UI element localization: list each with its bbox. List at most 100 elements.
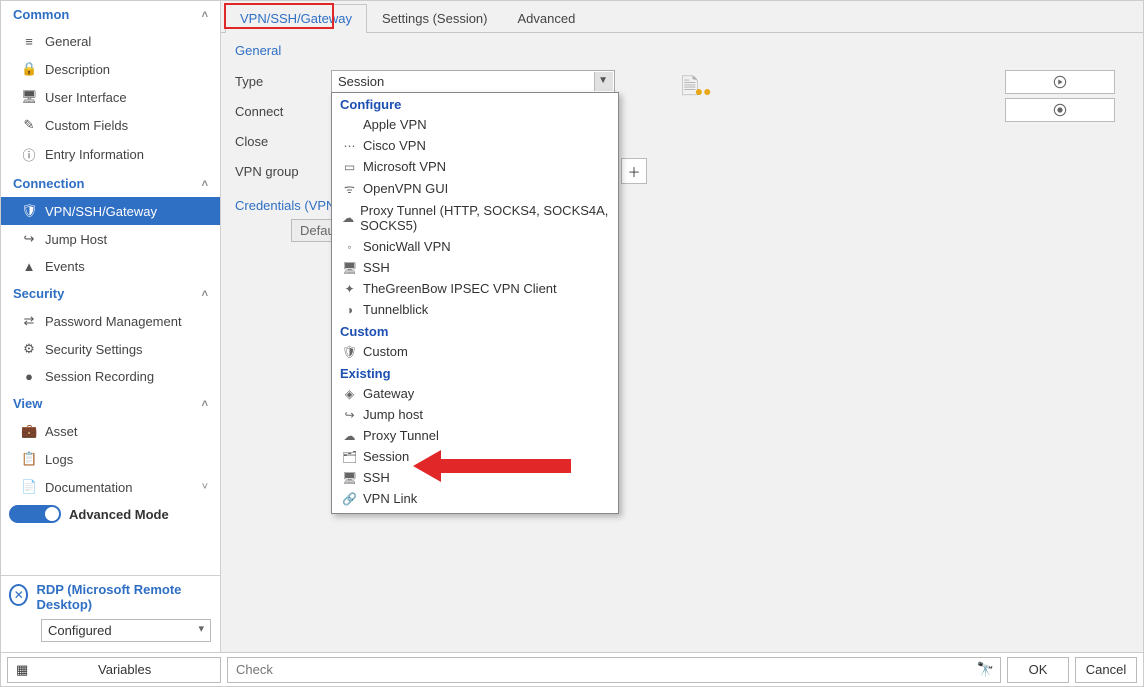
dropdown-item-jump-host[interactable]: ↪Jump host: [332, 404, 618, 425]
sidebar-item-logs[interactable]: 📋 Logs: [1, 445, 220, 473]
shield-icon: 🛡: [21, 203, 37, 219]
configured-select[interactable]: Configured: [41, 619, 211, 642]
content: VPN/SSH/Gateway Settings (Session) Advan…: [221, 1, 1143, 652]
type-dropdown-popup: Configure Apple VPN ⋯Cisco VPN ▭Microsof…: [331, 92, 619, 514]
chevron-up-icon: ˄: [202, 9, 208, 21]
label-type: Type: [235, 74, 331, 89]
sidebar-item-user-interface[interactable]: 🖥 User Interface: [1, 83, 220, 111]
cloud-icon: ☁: [342, 429, 357, 443]
cisco-icon: ⋯: [342, 139, 357, 153]
chevron-up-icon: ˄: [202, 398, 208, 410]
sidebar-item-general[interactable]: ≡ General: [1, 28, 220, 55]
rdp-title: RDP (Microsoft Remote Desktop): [36, 582, 212, 613]
info-icon: ⓘ: [21, 145, 37, 164]
warning-icon: ▲: [21, 259, 37, 274]
sonicwall-icon: ◦: [342, 240, 357, 254]
sidebar-item-session-recording[interactable]: ● Session Recording: [1, 363, 220, 390]
clipboard-icon: 📋: [21, 451, 37, 467]
dropdown-item-ssh-existing[interactable]: 🖥SSH: [332, 467, 618, 488]
group-connection[interactable]: Connection ˄: [1, 170, 220, 197]
sidebar-item-label: Asset: [45, 424, 78, 439]
dropdown-item-proxy-tunnel[interactable]: ☁Proxy Tunnel (HTTP, SOCKS4, SOCKS4A, SO…: [332, 200, 618, 236]
sidebar-item-label: Custom Fields: [45, 118, 128, 133]
chevron-down-icon: ˅: [202, 481, 208, 493]
add-button[interactable]: ＋: [621, 158, 647, 184]
group-label: Connection: [13, 176, 85, 191]
sidebar-item-label: User Interface: [45, 90, 127, 105]
briefcase-icon: 💼: [21, 423, 37, 439]
plus-icon: ＋: [627, 162, 640, 181]
sidebar-item-password-management[interactable]: ⇄ Password Management: [1, 307, 220, 335]
ok-button[interactable]: OK: [1007, 657, 1069, 683]
variables-button[interactable]: ▦ Variables: [7, 657, 221, 683]
dropdown-item-ssh[interactable]: 🖥SSH: [332, 257, 618, 278]
dropdown-item-thegreenbow[interactable]: ✦TheGreenBow IPSEC VPN Client: [332, 278, 618, 299]
dropdown-item-proxy-tunnel-existing[interactable]: ☁Proxy Tunnel: [332, 425, 618, 446]
sidebar-item-events[interactable]: ▲ Events: [1, 253, 220, 280]
sidebar-item-label: Description: [45, 62, 110, 77]
bottom-bar: ▦ Variables 🔭 OK Cancel: [1, 652, 1143, 686]
sidebar-item-documentation[interactable]: 📄 Documentation ˅: [1, 473, 220, 501]
group-label: Common: [13, 7, 69, 22]
record-button[interactable]: [1005, 98, 1115, 122]
type-combobox[interactable]: Session ▼: [331, 70, 615, 93]
form-area: General Type Session ▼ Connect Clo: [221, 33, 1143, 248]
document-coins-icon: 🗎●●: [681, 70, 716, 108]
record-circle-icon: [1053, 103, 1067, 117]
advanced-mode-label: Advanced Mode: [69, 507, 169, 522]
sidebar-item-label: Logs: [45, 452, 73, 467]
tab-advanced[interactable]: Advanced: [503, 4, 591, 32]
grid-icon: ▦: [16, 662, 27, 678]
dropdown-item-vpn-link[interactable]: 🔗VPN Link: [332, 488, 618, 509]
group-view[interactable]: View ˄: [1, 390, 220, 417]
gear-icon: ⚙: [21, 341, 37, 357]
dropdown-item-custom[interactable]: 🛡Custom: [332, 341, 618, 362]
sidebar: Common ˄ ≡ General 🔒 Description 🖥 User …: [1, 1, 221, 652]
dropdown-item-gateway[interactable]: ◈Gateway: [332, 383, 618, 404]
openvpn-icon: ᯤ: [342, 180, 357, 197]
configured-value: Configured: [48, 623, 112, 638]
sidebar-item-security-settings[interactable]: ⚙ Security Settings: [1, 335, 220, 363]
type-value: Session: [338, 74, 384, 89]
play-button[interactable]: [1005, 70, 1115, 94]
check-input-wrap: 🔭: [227, 657, 1001, 683]
record-icon: ●: [21, 369, 37, 384]
sidebar-item-asset[interactable]: 💼 Asset: [1, 417, 220, 445]
sidebar-item-label: Entry Information: [45, 147, 144, 162]
group-security[interactable]: Security ˄: [1, 280, 220, 307]
dropdown-item-openvpn-gui[interactable]: ᯤOpenVPN GUI: [332, 177, 618, 200]
check-input[interactable]: [234, 661, 977, 678]
label-connect: Connect: [235, 104, 331, 119]
label-close: Close: [235, 134, 331, 149]
tab-label: VPN/SSH/Gateway: [240, 11, 352, 26]
chevron-up-icon: ˄: [202, 178, 208, 190]
dropdown-item-sonicwall-vpn[interactable]: ◦SonicWall VPN: [332, 236, 618, 257]
dropdown-item-apple-vpn[interactable]: Apple VPN: [332, 114, 618, 135]
tab-settings-session[interactable]: Settings (Session): [367, 4, 503, 32]
sidebar-item-jump-host[interactable]: ↪ Jump Host: [1, 225, 220, 253]
sidebar-item-label: Jump Host: [45, 232, 107, 247]
group-label: View: [13, 396, 42, 411]
group-common[interactable]: Common ˄: [1, 1, 220, 28]
dropdown-item-cisco-vpn[interactable]: ⋯Cisco VPN: [332, 135, 618, 156]
sidebar-item-label: Password Management: [45, 314, 182, 329]
dropdown-item-session[interactable]: 🗂Session: [332, 446, 618, 467]
sidebar-item-custom-fields[interactable]: ✎ Custom Fields: [1, 111, 220, 139]
dropdown-group-custom: Custom: [332, 320, 618, 341]
jump-icon: ↪: [21, 231, 37, 247]
binoculars-icon[interactable]: 🔭: [977, 661, 994, 678]
tab-vpn-ssh-gateway[interactable]: VPN/SSH/Gateway: [225, 4, 367, 32]
sidebar-item-description[interactable]: 🔒 Description: [1, 55, 220, 83]
sidebar-item-vpn-ssh-gateway[interactable]: 🛡 VPN/SSH/Gateway: [1, 197, 220, 225]
sidebar-item-label: VPN/SSH/Gateway: [45, 204, 157, 219]
advanced-mode-row: Advanced Mode: [1, 501, 220, 531]
monitor-icon: 🖥: [21, 89, 37, 105]
dropdown-item-tunnelblick[interactable]: ◑Tunnelblick: [332, 299, 618, 320]
sidebar-item-label: Documentation: [45, 480, 132, 495]
sidebar-item-label: Events: [45, 259, 85, 274]
dropdown-item-microsoft-vpn[interactable]: ▭Microsoft VPN: [332, 156, 618, 177]
advanced-mode-toggle[interactable]: [9, 505, 61, 523]
sidebar-item-entry-information[interactable]: ⓘ Entry Information: [1, 139, 220, 170]
cancel-button[interactable]: Cancel: [1075, 657, 1137, 683]
link-icon: 🔗: [342, 492, 357, 506]
